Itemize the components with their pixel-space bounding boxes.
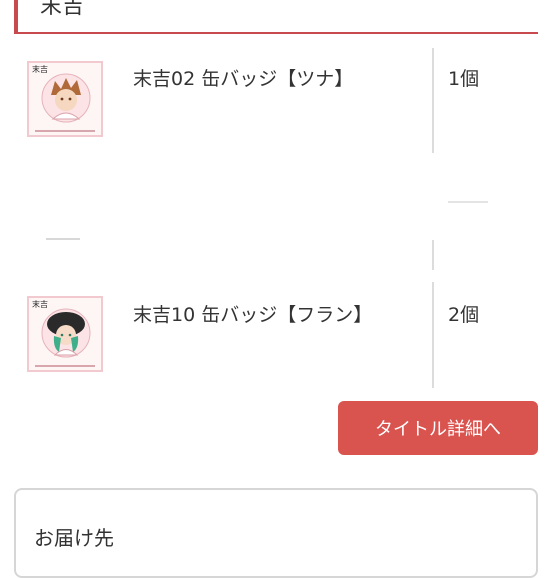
item-name[interactable]: 末吉02 缶バッジ【ツナ】 [133, 64, 353, 91]
column-divider [432, 240, 434, 270]
badge-image-icon [41, 308, 91, 358]
delivery-section: お届け先 [14, 488, 538, 578]
column-divider [432, 282, 434, 388]
artifact-mark [448, 201, 488, 203]
item-thumbnail[interactable]: 末吉 [27, 296, 103, 372]
artifact-mark [46, 238, 80, 240]
thumb-footer-line [35, 130, 95, 132]
title-detail-button[interactable]: タイトル詳細へ [338, 401, 538, 455]
item-name[interactable]: 末吉10 缶バッジ【フラン】 [133, 300, 372, 327]
delivery-title: お届け先 [34, 526, 114, 550]
item-thumbnail[interactable]: 末吉 [27, 61, 103, 137]
item-quantity: 1個 [448, 68, 480, 90]
thumb-footer-line [35, 365, 95, 367]
item-quantity: 2個 [448, 304, 480, 326]
section-header: 末吉 [14, 0, 538, 34]
badge-image-icon [41, 73, 91, 123]
column-divider [432, 48, 434, 153]
section-title: 末吉 [40, 0, 85, 19]
